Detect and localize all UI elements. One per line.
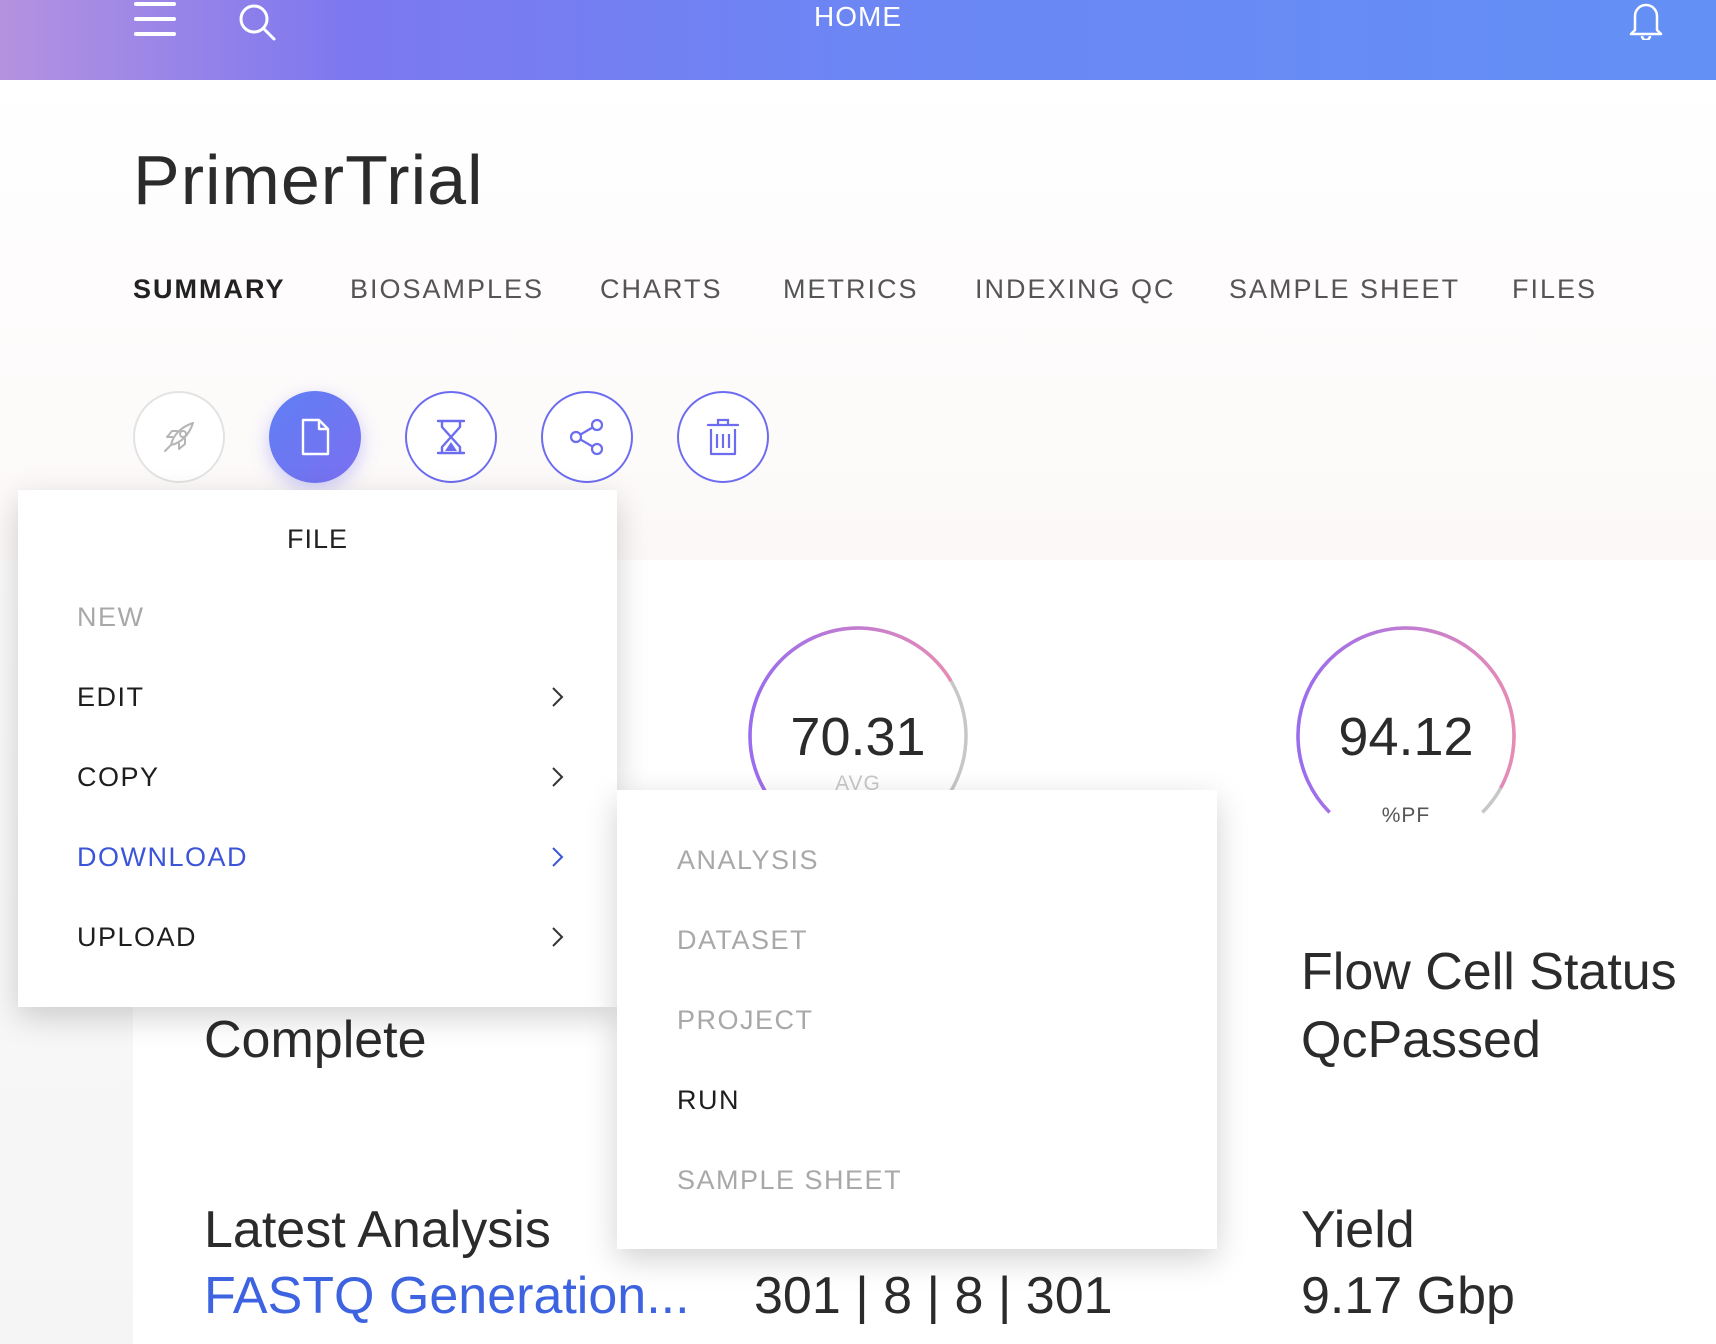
top-app-bar: HOME bbox=[0, 0, 1716, 80]
tab-files[interactable]: FILES bbox=[1512, 274, 1597, 305]
file-icon bbox=[301, 418, 330, 456]
flow-cell-status-label: Flow Cell Status bbox=[1301, 943, 1677, 1001]
gauge-value: 94.12 bbox=[1338, 707, 1474, 767]
file-menu: FILE NEW EDIT COPY DOWNLOAD UPLOAD bbox=[18, 490, 617, 1007]
tab-charts[interactable]: CHARTS bbox=[600, 274, 723, 305]
chevron-right-icon bbox=[552, 927, 564, 947]
submenu-item-run[interactable]: RUN bbox=[677, 1075, 1177, 1125]
menu-item-label: COPY bbox=[77, 762, 160, 792]
submenu-item-analysis[interactable]: ANALYSIS bbox=[677, 835, 1177, 885]
menu-item-label: EDIT bbox=[77, 682, 145, 712]
latest-analysis-link[interactable]: FASTQ Generation... bbox=[204, 1266, 690, 1326]
chevron-right-icon bbox=[552, 847, 564, 867]
topbar-title: HOME bbox=[814, 1, 902, 32]
tab-metrics[interactable]: METRICS bbox=[783, 274, 919, 305]
menu-item-edit[interactable]: EDIT bbox=[77, 672, 567, 722]
menu-item-upload[interactable]: UPLOAD bbox=[77, 912, 567, 962]
menu-item-label: UPLOAD bbox=[77, 922, 198, 952]
history-button[interactable] bbox=[405, 391, 497, 483]
menu-item-label: DOWNLOAD bbox=[77, 842, 249, 872]
submenu-item-project[interactable]: PROJECT bbox=[677, 995, 1177, 1045]
delete-button[interactable] bbox=[677, 391, 769, 483]
menu-item-download[interactable]: DOWNLOAD bbox=[77, 832, 567, 882]
yield-value: 9.17 Gbp bbox=[1301, 1267, 1515, 1325]
latest-analysis-label: Latest Analysis bbox=[204, 1201, 551, 1259]
cycles-value: 301 | 8 | 8 | 301 bbox=[754, 1267, 1113, 1325]
trash-icon bbox=[706, 418, 740, 456]
rocket-icon bbox=[164, 422, 194, 452]
run-status-value: Complete bbox=[204, 1011, 427, 1069]
tab-summary[interactable]: SUMMARY bbox=[133, 274, 286, 305]
page-title: PrimerTrial bbox=[133, 141, 484, 219]
tab-indexing-qc[interactable]: INDEXING QC bbox=[975, 274, 1176, 305]
launch-button[interactable] bbox=[133, 391, 225, 483]
gauge-label: %PF bbox=[1381, 804, 1431, 827]
share-icon bbox=[569, 418, 604, 456]
chevron-right-icon bbox=[552, 767, 564, 787]
file-menu-button[interactable] bbox=[269, 391, 361, 483]
submenu-item-sample-sheet[interactable]: SAMPLE SHEET bbox=[677, 1155, 1177, 1205]
gauge-value: 70.31 bbox=[790, 707, 926, 767]
gauge-pf: 94.12 %PF bbox=[1286, 616, 1526, 856]
file-menu-title: FILE bbox=[286, 524, 349, 554]
flow-cell-status-value: QcPassed bbox=[1301, 1011, 1541, 1069]
tab-sample-sheet[interactable]: SAMPLE SHEET bbox=[1229, 274, 1460, 305]
yield-label: Yield bbox=[1301, 1201, 1415, 1259]
chevron-right-icon bbox=[552, 687, 564, 707]
download-submenu: ANALYSIS DATASET PROJECT RUN SAMPLE SHEE… bbox=[617, 790, 1217, 1249]
tab-biosamples[interactable]: BIOSAMPLES bbox=[350, 274, 544, 305]
submenu-item-dataset[interactable]: DATASET bbox=[677, 915, 1177, 965]
hourglass-icon bbox=[436, 419, 466, 455]
menu-item-label: NEW bbox=[77, 602, 145, 632]
bell-icon[interactable] bbox=[1628, 0, 1664, 40]
menu-item-copy[interactable]: COPY bbox=[77, 752, 567, 802]
share-button[interactable] bbox=[541, 391, 633, 483]
menu-item-new[interactable]: NEW bbox=[77, 592, 567, 642]
